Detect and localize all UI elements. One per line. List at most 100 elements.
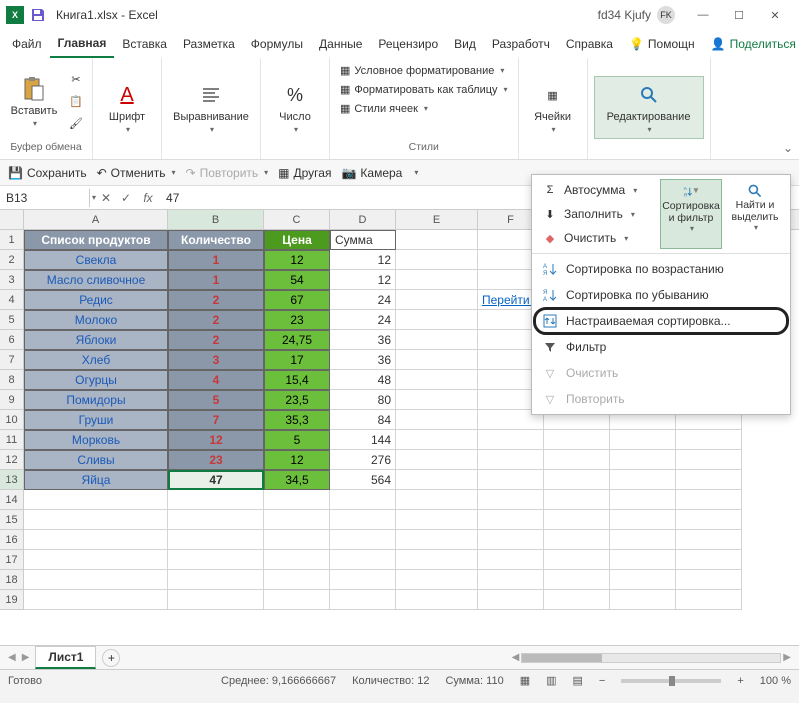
cell[interactable] (264, 590, 330, 610)
cell[interactable]: 15,4 (264, 370, 330, 390)
qat-redo[interactable]: ↷Повторить▾ (186, 166, 269, 180)
cell[interactable]: 23 (264, 310, 330, 330)
cell[interactable] (396, 350, 478, 370)
cell[interactable]: Количество (168, 230, 264, 250)
cell[interactable] (676, 470, 742, 490)
cell[interactable]: 564 (330, 470, 396, 490)
row-header-2[interactable]: 2 (0, 250, 24, 270)
cell[interactable] (396, 570, 478, 590)
cell[interactable] (478, 470, 544, 490)
view-layout-icon[interactable]: ▥ (546, 674, 556, 687)
cell[interactable]: 12 (168, 430, 264, 450)
cell[interactable]: Список продуктов (24, 230, 168, 250)
cell[interactable]: Масло сливочное (24, 270, 168, 290)
qat-camera[interactable]: 📷Камера (341, 166, 402, 180)
cell[interactable] (396, 450, 478, 470)
cell[interactable]: Яйца (24, 470, 168, 490)
sheet-nav-prev[interactable]: ◀ (8, 652, 16, 663)
cell[interactable] (610, 510, 676, 530)
cell[interactable]: Молоко (24, 310, 168, 330)
cell[interactable] (330, 510, 396, 530)
row-header-10[interactable]: 10 (0, 410, 24, 430)
cell[interactable] (264, 530, 330, 550)
cell[interactable]: 67 (264, 290, 330, 310)
cell[interactable]: 5 (264, 430, 330, 450)
cell[interactable]: Помидоры (24, 390, 168, 410)
zoom-out[interactable]: − (599, 675, 605, 687)
cell[interactable] (610, 490, 676, 510)
cell[interactable] (478, 430, 544, 450)
custom-sort[interactable]: Настраиваемая сортировка... (536, 310, 786, 332)
row-header-7[interactable]: 7 (0, 350, 24, 370)
number-button[interactable]: %Число▾ (267, 77, 323, 138)
cell[interactable]: 1 (168, 270, 264, 290)
cell[interactable] (676, 430, 742, 450)
cell[interactable]: Груши (24, 410, 168, 430)
cell[interactable] (168, 590, 264, 610)
tab-help[interactable]: Справка (558, 31, 621, 57)
sheet-nav-next[interactable]: ▶ (22, 652, 30, 663)
cell[interactable] (478, 590, 544, 610)
view-normal-icon[interactable]: ▦ (520, 674, 530, 687)
cell[interactable] (676, 450, 742, 470)
cell[interactable] (544, 530, 610, 550)
cell[interactable] (610, 570, 676, 590)
cell[interactable] (168, 510, 264, 530)
ribbon-expand-button[interactable]: ⌄ (783, 141, 793, 155)
cell[interactable] (24, 490, 168, 510)
cell[interactable] (396, 250, 478, 270)
row-header-8[interactable]: 8 (0, 370, 24, 390)
copy-button[interactable]: 📋 (66, 92, 86, 112)
cell[interactable] (478, 570, 544, 590)
cell[interactable] (610, 530, 676, 550)
user-avatar[interactable]: FK (657, 6, 675, 24)
cell[interactable] (396, 530, 478, 550)
cell[interactable] (396, 290, 478, 310)
cell[interactable] (330, 590, 396, 610)
tab-view[interactable]: Вид (446, 31, 484, 57)
row-header-13[interactable]: 13 (0, 470, 24, 490)
row-header-9[interactable]: 9 (0, 390, 24, 410)
maximize-button[interactable]: ☐ (721, 1, 757, 29)
qat-save[interactable]: 💾Сохранить (8, 166, 87, 180)
view-pagebreak-icon[interactable]: ▤ (573, 674, 583, 687)
cell[interactable]: Цена (264, 230, 330, 250)
cell[interactable]: 35,3 (264, 410, 330, 430)
cell[interactable] (396, 390, 478, 410)
accept-formula-icon[interactable]: ✓ (116, 191, 136, 205)
add-sheet-button[interactable]: + (102, 649, 120, 667)
cell[interactable] (478, 550, 544, 570)
save-icon[interactable] (30, 7, 46, 23)
cell[interactable]: 2 (168, 290, 264, 310)
cell[interactable]: 5 (168, 390, 264, 410)
cell[interactable] (396, 310, 478, 330)
cell[interactable] (330, 530, 396, 550)
cell[interactable] (544, 570, 610, 590)
cell[interactable] (24, 550, 168, 570)
cell[interactable]: 3 (168, 350, 264, 370)
cut-button[interactable]: ✂ (66, 70, 86, 90)
cell[interactable] (676, 490, 742, 510)
cell[interactable] (24, 530, 168, 550)
cell[interactable] (24, 590, 168, 610)
cell[interactable]: Редис (24, 290, 168, 310)
tab-home[interactable]: Главная (50, 30, 115, 58)
minimize-button[interactable]: — (685, 1, 721, 29)
zoom-level[interactable]: 100 % (760, 675, 791, 687)
cell[interactable] (478, 530, 544, 550)
row-header-3[interactable]: 3 (0, 270, 24, 290)
cell[interactable]: 24,75 (264, 330, 330, 350)
cell[interactable]: 84 (330, 410, 396, 430)
sheet-tab-1[interactable]: Лист1 (35, 646, 96, 669)
cell[interactable] (396, 270, 478, 290)
share-button[interactable]: 👤Поделиться (703, 33, 799, 55)
cell[interactable] (24, 510, 168, 530)
col-header-D[interactable]: D (330, 210, 396, 229)
cell[interactable] (396, 330, 478, 350)
tab-file[interactable]: Файл (4, 31, 50, 57)
row-header-5[interactable]: 5 (0, 310, 24, 330)
clear-button[interactable]: ◆Очистить▾ (536, 227, 658, 249)
cell[interactable] (676, 510, 742, 530)
cell[interactable]: 17 (264, 350, 330, 370)
cell[interactable]: 2 (168, 310, 264, 330)
